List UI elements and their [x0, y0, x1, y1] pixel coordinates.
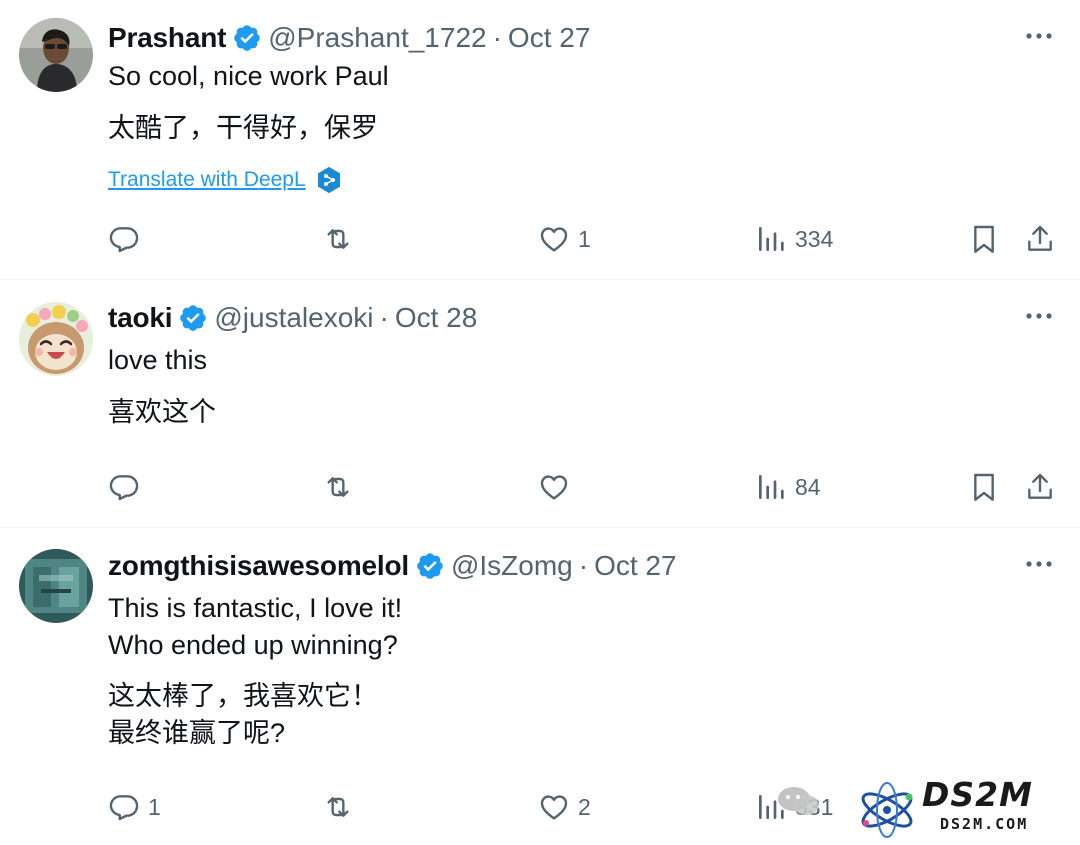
display-name[interactable]: Prashant: [108, 18, 226, 58]
tweet-reply-2[interactable]: taoki @justalexoki · Oct 28 love this 喜欢…: [0, 280, 1080, 527]
views-button[interactable]: 831: [755, 787, 833, 827]
analytics-icon: [755, 223, 787, 255]
share-icon: [1024, 471, 1056, 503]
action-bar: 1 2 831: [0, 787, 1080, 827]
like-count: 2: [578, 793, 591, 820]
more-horizontal-icon[interactable]: [1024, 304, 1054, 328]
separator-dot: ·: [578, 550, 589, 581]
tweet-header: taoki @justalexoki · Oct 28: [108, 298, 477, 338]
like-count: 1: [578, 225, 591, 252]
view-count: 831: [795, 793, 834, 820]
user-handle[interactable]: @Prashant_1722: [268, 18, 486, 58]
separator-dot: ·: [379, 302, 389, 333]
tweet-header: Prashant @Prashant_1722 · Oct 27: [108, 18, 590, 58]
action-bar: 1 334: [0, 219, 1080, 259]
tweet-translation: 最终谁赢了呢?: [108, 718, 286, 748]
view-count: 334: [795, 225, 834, 252]
user-handle[interactable]: @IsZomg: [451, 546, 573, 586]
view-count: 84: [795, 473, 821, 500]
tweet-reply-3[interactable]: zomgthisisawesomelol @IsZomg · Oct 27 Th…: [0, 528, 1080, 845]
heart-icon: [538, 223, 570, 255]
share-button[interactable]: [1024, 219, 1056, 259]
timestamp[interactable]: Oct 28: [395, 298, 477, 338]
avatar[interactable]: [19, 549, 93, 623]
avatar-photo: [19, 549, 93, 623]
avatar[interactable]: [19, 18, 93, 92]
reply-icon: [108, 791, 140, 823]
display-name[interactable]: taoki: [108, 298, 173, 338]
tweet-translation: 太酷了，干得好，保罗: [108, 113, 378, 143]
avatar-photo: [19, 18, 93, 92]
verified-badge-icon: [178, 303, 208, 333]
translate-label[interactable]: Translate with DeepL: [108, 165, 306, 195]
share-button[interactable]: [1024, 467, 1056, 507]
timestamp[interactable]: Oct 27: [594, 546, 676, 586]
tweet-reply-1[interactable]: Prashant @Prashant_1722 · Oct 27 So cool…: [0, 0, 1080, 279]
tweet-text: This is fantastic, I love it!: [108, 593, 403, 623]
heart-icon: [538, 471, 570, 503]
verified-badge-icon: [232, 23, 262, 53]
heart-icon: [538, 791, 570, 823]
bookmark-icon: [968, 223, 1000, 255]
deepl-icon: [316, 166, 342, 194]
analytics-icon: [755, 791, 787, 823]
bookmark-button[interactable]: [968, 467, 1000, 507]
reply-count: 1: [148, 793, 161, 820]
tweet-translation: 这太棒了，我喜欢它！: [108, 681, 378, 711]
separator-dot: ·: [492, 22, 502, 53]
bookmark-button[interactable]: [968, 219, 1000, 259]
timestamp[interactable]: Oct 27: [508, 18, 590, 58]
avatar[interactable]: [19, 302, 93, 376]
like-button[interactable]: 2: [538, 787, 591, 827]
views-button[interactable]: 334: [755, 219, 833, 259]
reply-button[interactable]: 1: [108, 787, 161, 827]
analytics-icon: [755, 471, 787, 503]
user-handle[interactable]: @justalexoki: [214, 298, 373, 338]
like-button[interactable]: [538, 467, 578, 507]
reply-icon: [108, 223, 140, 255]
retweet-icon: [322, 791, 354, 823]
retweet-icon: [322, 223, 354, 255]
share-icon: [1024, 223, 1056, 255]
retweet-button[interactable]: [322, 787, 362, 827]
action-bar: 84: [0, 467, 1080, 507]
verified-badge-icon: [415, 551, 445, 581]
tweet-text: Who ended up winning?: [108, 630, 398, 660]
translate-link[interactable]: Translate with DeepL: [108, 165, 342, 195]
retweet-button[interactable]: [322, 219, 362, 259]
display-name[interactable]: zomgthisisawesomelol: [108, 546, 409, 586]
retweet-button[interactable]: [322, 467, 362, 507]
views-button[interactable]: 84: [755, 467, 821, 507]
tweet-translation: 喜欢这个: [108, 397, 216, 427]
reply-button[interactable]: [108, 219, 148, 259]
bookmark-icon: [968, 471, 1000, 503]
tweet-text: So cool, nice work Paul: [108, 61, 389, 91]
more-horizontal-icon[interactable]: [1024, 552, 1054, 576]
reply-button[interactable]: [108, 467, 148, 507]
more-horizontal-icon[interactable]: [1024, 24, 1054, 48]
tweet-header: zomgthisisawesomelol @IsZomg · Oct 27: [108, 546, 677, 586]
tweet-text: love this: [108, 345, 208, 375]
retweet-icon: [322, 471, 354, 503]
like-button[interactable]: 1: [538, 219, 591, 259]
avatar-illustration: [19, 302, 93, 376]
reply-feed: Prashant @Prashant_1722 · Oct 27 So cool…: [0, 0, 1080, 845]
reply-icon: [108, 471, 140, 503]
